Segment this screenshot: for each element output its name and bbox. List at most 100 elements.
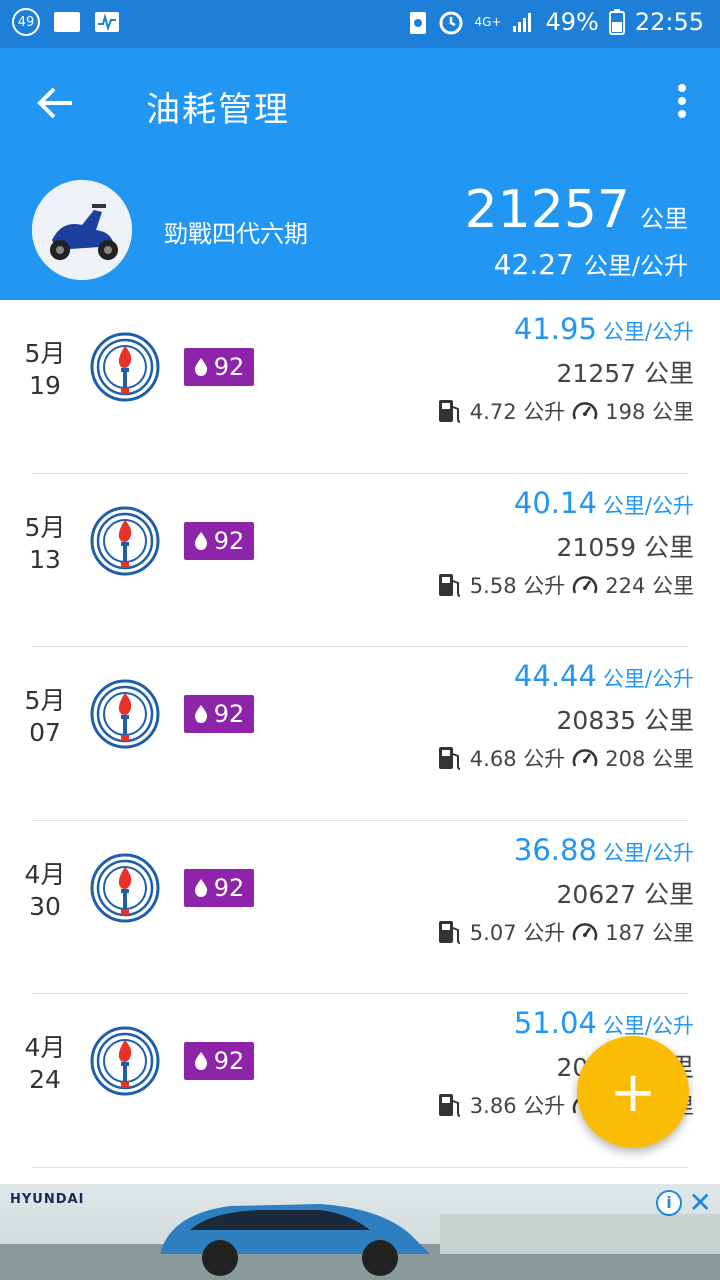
record-efficiency: 40.14 公里/公升 (514, 486, 694, 520)
record-month: 5月 (24, 686, 66, 715)
record-efficiency-unit: 公里/公升 (602, 1014, 694, 1038)
record-odometer: 21059 公里 (556, 532, 694, 562)
octane-label: 92 (213, 1047, 245, 1075)
octane-label: 92 (213, 873, 245, 902)
record-date: 4月 30 (20, 859, 70, 923)
cpc-gas-station-logo-icon (90, 679, 160, 749)
record-details: 5.58 公升 224 公里 (436, 570, 694, 600)
record-odometer: 20627 公里 (556, 879, 694, 909)
ad-info-icon[interactable]: i (656, 1190, 682, 1216)
octane-label: 92 (213, 526, 245, 555)
battery-icon (608, 9, 625, 35)
record-efficiency-value: 40.14 (513, 485, 597, 520)
record-date: 5月 13 (20, 512, 70, 576)
record-fuel-amount: 4.68 公升 (469, 747, 566, 771)
record-efficiency: 41.95 公里/公升 (514, 312, 694, 346)
vehicle-name: 勁戰四代六期 (164, 220, 308, 248)
cpc-gas-station-logo-icon (90, 506, 160, 575)
fuel-drop-icon (194, 531, 207, 550)
record-trip-distance: 208 公里 (605, 747, 694, 771)
fuel-pump-icon (438, 1094, 460, 1117)
fuel-record-row[interactable]: 5月 13 92 40.14 公里/公升 21059 公里 5.58 公升 22… (0, 474, 720, 647)
record-efficiency: 44.44 公里/公升 (514, 659, 694, 693)
page-title: 油耗管理 (146, 90, 290, 130)
record-day: 24 (29, 1065, 61, 1094)
average-efficiency-unit: 公里/公升 (583, 252, 688, 280)
fuel-drop-icon (194, 705, 207, 723)
network-type-label: 4G+ (474, 15, 502, 29)
record-efficiency: 51.04 公里/公升 (514, 1006, 694, 1040)
record-date: 5月 07 (20, 685, 70, 749)
record-efficiency-unit: 公里/公升 (602, 320, 694, 344)
ad-brand-logo: HYUNDAI (10, 1192, 85, 1207)
fuel-pump-icon (438, 573, 460, 597)
overflow-menu-icon[interactable] (674, 84, 690, 124)
cpc-gas-station-logo-icon (90, 332, 160, 402)
record-month: 5月 (24, 512, 66, 542)
signal-icon (513, 13, 532, 32)
octane-badge: 92 (184, 695, 254, 733)
record-trip-distance: 224 公里 (605, 573, 694, 598)
app-bar: 油耗管理 勁戰四代六期 21257 公里 42.27 公里/公升 (0, 48, 720, 300)
add-record-button[interactable]: + (577, 1036, 689, 1148)
clock: 22:55 (634, 8, 704, 36)
total-distance-unit: 公里 (640, 205, 688, 233)
status-bar: 49 4G+ 49% 22:55 (0, 0, 720, 48)
octane-label: 92 (213, 700, 245, 728)
record-efficiency-value: 36.88 (513, 832, 597, 867)
octane-badge: 92 (184, 348, 254, 386)
record-details: 4.68 公升 208 公里 (436, 743, 694, 773)
record-month: 5月 (24, 339, 66, 368)
record-efficiency-value: 44.44 (513, 659, 597, 693)
record-day: 30 (29, 891, 61, 921)
cpc-gas-station-logo-icon (90, 1026, 160, 1096)
record-efficiency-unit: 公里/公升 (602, 840, 694, 865)
record-efficiency-value: 41.95 (513, 312, 597, 346)
notification-count-badge: 49 (12, 8, 40, 36)
folder-icon (54, 12, 80, 32)
record-fuel-amount: 3.86 公升 (469, 1094, 566, 1118)
octane-badge: 92 (184, 868, 254, 907)
back-arrow-icon[interactable] (36, 78, 76, 128)
fuel-record-row[interactable]: 5月 07 92 44.44 公里/公升 20835 公里 4.68 公升 20… (0, 647, 720, 821)
octane-badge: 92 (184, 521, 254, 560)
record-odometer: 20835 公里 (556, 706, 694, 735)
scooter-image (32, 180, 132, 280)
record-month: 4月 (24, 859, 66, 889)
octane-badge: 92 (184, 1042, 254, 1080)
fuel-drop-icon (194, 1052, 207, 1070)
record-date: 5月 19 (20, 338, 70, 402)
ad-close-icon[interactable]: ✕ (689, 1186, 712, 1219)
fuel-drop-icon (194, 358, 207, 376)
ad-banner[interactable]: HYUNDAI i ✕ (0, 1184, 720, 1280)
ad-car-image (0, 1204, 720, 1280)
average-efficiency-value: 42.27 (493, 248, 574, 281)
alarm-icon (439, 11, 463, 35)
record-trip-distance: 187 公里 (605, 920, 694, 945)
record-trip-distance: 198 公里 (605, 400, 694, 424)
record-day: 19 (29, 371, 61, 400)
fuel-record-row[interactable]: 4月 30 92 36.88 公里/公升 20627 公里 5.07 公升 18… (0, 821, 720, 994)
fuel-pump-icon (438, 920, 460, 944)
record-date: 4月 24 (20, 1032, 70, 1096)
record-fuel-amount: 5.58 公升 (469, 573, 566, 598)
speedometer-icon (573, 922, 598, 941)
record-efficiency-unit: 公里/公升 (602, 493, 694, 518)
record-efficiency-unit: 公里/公升 (602, 667, 694, 691)
total-distance: 21257 公里 (465, 180, 688, 240)
row-divider (32, 1166, 688, 1168)
battery-percent: 49% (545, 8, 599, 36)
total-distance-value: 21257 (464, 180, 630, 240)
speedometer-icon (573, 749, 598, 767)
speedometer-icon (573, 575, 598, 594)
record-odometer: 21257 公里 (556, 359, 694, 388)
record-day: 13 (29, 544, 61, 574)
record-efficiency: 36.88 公里/公升 (514, 833, 694, 867)
record-details: 4.72 公升 198 公里 (436, 396, 694, 426)
average-efficiency: 42.27 公里/公升 (494, 246, 688, 281)
fuel-pump-icon (438, 747, 460, 770)
fuel-drop-icon (194, 878, 207, 897)
fuel-record-row[interactable]: 5月 19 92 41.95 公里/公升 21257 公里 4.72 公升 19… (0, 300, 720, 474)
octane-label: 92 (213, 353, 245, 381)
vehicle-avatar[interactable] (32, 180, 132, 280)
